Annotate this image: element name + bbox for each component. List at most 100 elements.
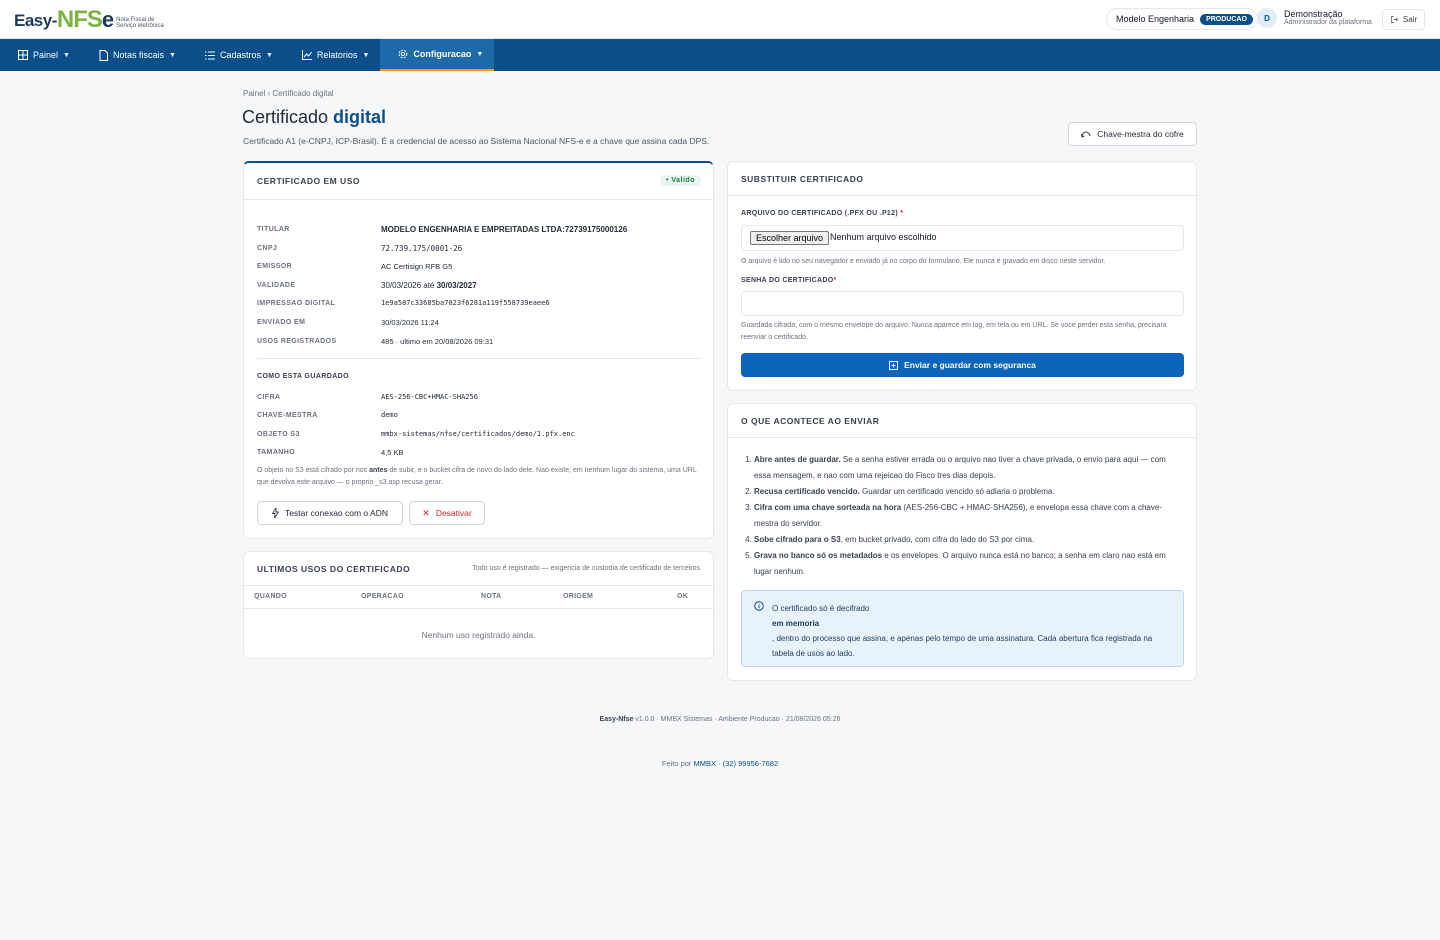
disable-button-label: Desativar <box>435 508 472 518</box>
step-bold: Sobe cifrado para o S3 <box>754 535 841 544</box>
replace-certificate-card: SUBSTITUIR CERTIFICADO ARQUIVO DO CERTIF… <box>727 161 1197 391</box>
chevron-down-icon: ▼ <box>476 50 484 58</box>
s3-object-value: mmbx-sistemas/nfse/certificados/demo/1.p… <box>381 430 575 438</box>
divider <box>257 358 701 359</box>
card-header: CERTIFICADO EM USO • Valido <box>244 163 713 200</box>
logout-icon <box>1390 15 1399 24</box>
chevron-down-icon: ▼ <box>63 51 70 59</box>
phone-link[interactable]: (32) 99956-7682 <box>723 759 778 768</box>
size-value: 4,5 KB <box>381 448 404 457</box>
card-title: O QUE ACONTECE AO ENVIAR <box>741 415 880 426</box>
nav-label: Cadastros <box>219 50 261 60</box>
nav-item-relatorios[interactable]: Relatorios ▼ <box>284 39 380 71</box>
submit-certificate-button[interactable]: Enviar e guardar com seguranca <box>741 353 1184 377</box>
issuer-value: AC Certisign RFB G5 <box>381 262 453 271</box>
password-field[interactable] <box>741 291 1184 316</box>
password-label-text: SENHA DO CERTIFICADO <box>741 277 834 284</box>
uploaded-value: 30/03/2026 11:24 <box>381 318 439 327</box>
field-label: USOS REGISTRADOS <box>257 338 337 345</box>
certificate-file-input[interactable]: Escolher arquivo Nenhum arquivo escolhid… <box>741 225 1184 251</box>
field-label: CNPJ <box>257 245 278 252</box>
page-title-bold: digital <box>333 107 387 127</box>
tenant-selector[interactable]: Modelo Engenharia PRODUCAO <box>1106 8 1258 30</box>
field-label: EMISSOR <box>257 263 293 270</box>
column-header[interactable]: ORIGEM <box>563 593 593 600</box>
info-bold: em memoria <box>772 619 820 628</box>
card-hint: Todo uso é registrado — exigencia de cus… <box>472 565 700 572</box>
breadcrumb[interactable]: Painel › Certificado digital <box>243 89 334 98</box>
step-text: Guardar um certificado vencido só adiari… <box>859 487 1055 496</box>
step-bold: Grava no banco só os metadados <box>754 551 883 560</box>
fingerprint-value: 1e9a587c33685ba7023f6281a119f558739eaee6 <box>381 299 550 307</box>
page-title-plain: Certificado <box>242 107 334 127</box>
footer-meta: Easy-Nfse v1.0.0 · MMBX Sistemas · Ambie… <box>0 716 1440 723</box>
document-icon <box>99 49 108 61</box>
logo-subtitle: Nota Fiscal de Serviço eletrônica <box>116 17 164 29</box>
usage-count-value: 485 · ultimo em 20/08/2026 09:31 <box>381 337 494 346</box>
step-bold: Recusa certificado vencido. <box>754 487 860 496</box>
file-label-text: ARQUIVO DO CERTIFICADO (.PFX OU .P12) <box>741 210 898 217</box>
card-title: CERTIFICADO EM USO <box>257 176 360 186</box>
validity-to: 30/03/2027 <box>436 281 477 290</box>
info-line: , dentro do processo que assina, e apena… <box>772 634 1153 658</box>
vault-button-label: Chave-mestra do cofre <box>1097 129 1184 139</box>
validity-from: 30/03/2026 até <box>381 281 437 290</box>
list-item: Cifra com uma chave sorteada na hora (AE… <box>754 500 1184 532</box>
list-item: Grava no banco só os metadados e os enve… <box>754 548 1184 580</box>
column-header[interactable]: QUANDO <box>254 593 287 600</box>
company-link[interactable]: MMBX <box>694 759 717 768</box>
footer-credits: Feito por MMBX · (32) 99956-7682 <box>0 759 1440 768</box>
disable-button[interactable]: ✕ Desativar <box>409 501 485 525</box>
choose-file-button[interactable]: Escolher arquivo <box>750 231 830 245</box>
logout-button[interactable]: Sair <box>1382 9 1425 30</box>
top-bar: Easy- NFS e Nota Fiscal de Serviço eletr… <box>0 0 1440 39</box>
page-subtitle: Certificado A1 (e-CNPJ, ICP-Brasil). É a… <box>243 136 710 146</box>
card-header: ULTIMOS USOS DO CERTIFICADO Todo uso é r… <box>244 552 713 586</box>
password-label: SENHA DO CERTIFICADO* <box>741 277 837 284</box>
nav-item-cadastros[interactable]: Cadastros ▼ <box>187 39 284 71</box>
storage-heading: COMO ESTA GUARDADO <box>257 373 349 380</box>
key-icon <box>1081 130 1091 138</box>
list-item: Abre antes de guardar. Se a senha estive… <box>754 452 1184 484</box>
info-line: O certificado só é decifrado <box>772 604 870 613</box>
app-logo[interactable]: Easy- NFS e Nota Fiscal de Serviço eletr… <box>14 6 166 32</box>
footer-version: v1.0.0 · MMBX Sistemas · Ambiente Produc… <box>633 716 841 723</box>
card-header: O QUE ACONTECE AO ENVIAR <box>728 404 1196 438</box>
note-text: O objeto no S3 está cifrado por nos <box>257 467 370 474</box>
password-help: Guardada cifrada, com o mesmo envelope d… <box>741 322 1167 341</box>
card-title: SUBSTITUIR CERTIFICADO <box>741 173 864 184</box>
nav-item-painel[interactable]: Painel ▼ <box>0 39 81 71</box>
column-header[interactable]: OK <box>677 593 688 600</box>
nav-label: Painel <box>33 50 59 60</box>
nav-item-notas[interactable]: Notas fiscais ▼ <box>81 39 187 71</box>
file-status: Nenhum arquivo escolhido <box>830 232 937 242</box>
step-text: , em bucket privado, com cifra do lado d… <box>840 535 1035 544</box>
list-item: Recusa certificado vencido. Guardar um c… <box>754 484 1184 500</box>
chevron-down-icon: ▼ <box>169 51 176 59</box>
save-icon <box>889 360 899 370</box>
lightning-icon <box>272 508 279 518</box>
field-label: TITULAR <box>257 226 290 233</box>
nav-label: Relatorios <box>316 50 358 60</box>
vault-master-key-button[interactable]: Chave-mestra do cofre <box>1068 122 1197 146</box>
column-header[interactable]: OPERACAO <box>361 593 404 600</box>
required-mark: * <box>833 277 837 284</box>
user-menu[interactable]: D Demonstração Administrador da platafor… <box>1257 8 1372 28</box>
step-bold: Cifra com uma chave sorteada na hora <box>754 503 902 512</box>
nav-label: Configuracao <box>413 49 472 59</box>
test-connection-button[interactable]: Testar conexao com o ADN <box>257 501 403 525</box>
tenant-name: Modelo Engenharia <box>1116 14 1195 24</box>
nav-item-configuracao[interactable]: Configuracao ▼ <box>380 39 495 71</box>
list-icon <box>204 51 215 60</box>
main-nav: Painel ▼ Notas fiscais ▼ Cadastros ▼ Rel… <box>0 39 1440 71</box>
made-by: Feito por <box>661 759 694 768</box>
card-title: ULTIMOS USOS DO CERTIFICADO <box>257 563 411 574</box>
field-label: ENVIADO EM <box>257 319 306 326</box>
gear-icon <box>398 49 408 59</box>
what-happens-card: O QUE ACONTECE AO ENVIAR Abre antes de g… <box>727 403 1197 681</box>
column-header[interactable]: NOTA <box>481 593 502 600</box>
chevron-down-icon: ▼ <box>362 51 370 59</box>
info-text: O certificado só é decifrado em memoria … <box>772 601 1172 661</box>
field-label: VALIDADE <box>257 282 296 289</box>
step-bold: Abre antes de guardar. <box>754 455 841 464</box>
